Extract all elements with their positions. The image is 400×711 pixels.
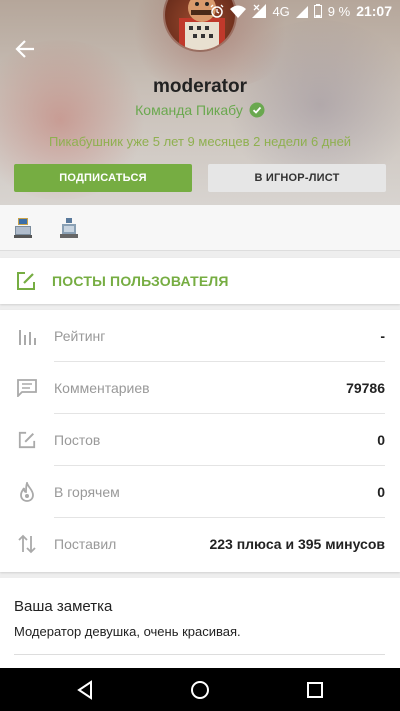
stat-label: Постов	[54, 432, 101, 448]
rating-bars-icon	[19, 330, 36, 345]
stat-row-posts: Постов 0	[0, 414, 400, 466]
up-down-arrows-icon	[18, 534, 36, 554]
stat-value: 0	[377, 484, 385, 500]
stat-row-votes: Поставил 223 плюса и 395 минусов	[0, 518, 400, 570]
status-bar: 4G 9 % 21:07	[0, 0, 400, 24]
stat-label: Поставил	[54, 536, 117, 552]
profile-header: 4G 9 % 21:07 moderator Команда Пикабу Пи…	[0, 0, 400, 205]
subscribe-button[interactable]: ПОДПИСАТЬСЯ	[14, 164, 192, 192]
stats-card: Рейтинг - Комментариев 79786 Постов 0 В …	[0, 310, 400, 572]
username: moderator	[153, 76, 247, 97]
battery-level: 9 %	[327, 3, 351, 19]
nav-home-button[interactable]	[189, 679, 211, 701]
square-recents-icon	[307, 682, 323, 698]
stat-row-hot: В горячем 0	[0, 466, 400, 518]
user-note[interactable]: Ваша заметка Модератор девушка, очень кр…	[0, 578, 400, 668]
awards-row	[0, 205, 400, 251]
flame-icon	[20, 482, 34, 502]
stat-row-rating: Рейтинг -	[0, 310, 400, 362]
note-text: Модератор девушка, очень красивая.	[14, 624, 241, 639]
signal-icon	[252, 4, 267, 18]
wifi-icon	[230, 5, 247, 18]
user-posts-link[interactable]: ПОСТЫ ПОЛЬЗОВАТЕЛЯ	[0, 258, 400, 304]
team-badge: Команда Пикабу	[0, 102, 400, 118]
circle-home-icon	[191, 681, 209, 699]
edit-post-icon	[18, 431, 36, 449]
tenure-text: Пикабушник уже 5 лет 9 месяцев 2 недели …	[48, 134, 352, 149]
stat-value: 79786	[346, 380, 385, 396]
user-posts-label: ПОСТЫ ПОЛЬЗОВАТЕЛЯ	[52, 273, 229, 289]
signal-2-icon	[295, 6, 308, 18]
comment-icon	[17, 379, 37, 397]
stat-value: 223 плюса и 395 минусов	[209, 536, 385, 552]
triangle-back-icon	[77, 680, 92, 700]
award-badge-icon[interactable]	[60, 217, 78, 238]
award-badge-icon[interactable]	[14, 217, 32, 238]
android-nav-bar	[0, 668, 400, 711]
clock: 21:07	[356, 3, 392, 19]
note-title: Ваша заметка	[14, 598, 113, 615]
nav-recents-button[interactable]	[304, 679, 326, 701]
stat-label: Рейтинг	[54, 328, 106, 344]
stat-row-comments: Комментариев 79786	[0, 362, 400, 414]
stat-value: 0	[377, 432, 385, 448]
back-button[interactable]	[14, 38, 40, 62]
nav-back-button[interactable]	[74, 679, 96, 701]
stat-label: Комментариев	[54, 380, 150, 396]
ignore-list-button[interactable]: В ИГНОР-ЛИСТ	[208, 164, 386, 192]
edit-post-icon	[17, 272, 35, 290]
stat-value: -	[380, 328, 385, 344]
alarm-icon	[210, 4, 224, 18]
arrow-back-icon	[15, 40, 34, 58]
verified-icon	[249, 102, 265, 118]
team-label: Команда Пикабу	[135, 102, 243, 118]
battery-icon	[313, 4, 322, 18]
stat-label: В горячем	[54, 484, 120, 500]
network-type: 4G	[272, 3, 290, 19]
